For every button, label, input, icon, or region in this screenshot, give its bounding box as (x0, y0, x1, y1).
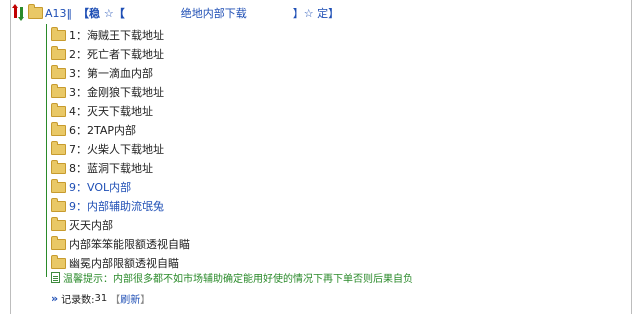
root-folder-label[interactable]: A13‖ (45, 7, 72, 20)
record-count-row: » 记录数: 31 【刷新】 (51, 291, 150, 306)
folder-item-label[interactable]: 1：海贼王下载地址 (69, 27, 164, 43)
left-frame-border (0, 0, 11, 314)
page-title: 绝地内部下载 (180, 7, 247, 20)
folder-icon (51, 198, 66, 212)
folder-icon (51, 84, 66, 98)
double-chevron-right-icon: » (51, 292, 59, 305)
tree-connector-line (46, 24, 47, 277)
note-icon (51, 272, 60, 283)
refresh-bracket-open: 【 (110, 295, 121, 306)
title-bracket-right: 】☆ 定】 (292, 7, 340, 20)
folder-item[interactable]: 2：死亡者下载地址 (51, 44, 190, 63)
folder-item[interactable]: 4：灭天下载地址 (51, 101, 190, 120)
refresh-link-wrapper: 【刷新】 (110, 291, 150, 306)
folder-item-label[interactable]: 2：死亡者下载地址 (69, 46, 164, 62)
folder-icon (51, 236, 66, 250)
folder-item[interactable]: 8：蓝洞下载地址 (51, 158, 190, 177)
sort-up-icon (12, 4, 18, 18)
folder-list: 1：海贼王下载地址 2：死亡者下载地址 3：第一滴血内部 3：金刚狼下载地址 4… (51, 25, 190, 272)
folder-item-label[interactable]: 幽冕内部限额透视自瞄 (69, 255, 179, 271)
folder-icon (51, 160, 66, 174)
folder-item-label[interactable]: 7：火柴人下载地址 (69, 141, 164, 157)
tip-text: 内部很多都不如市场辅助确定能用好使的情况下再下单否则后果自负 (113, 274, 413, 285)
sort-down-icon (18, 7, 24, 21)
folder-item-label[interactable]: 内部笨笨能限额透视自瞄 (69, 236, 190, 252)
folder-icon (51, 27, 66, 41)
folder-item[interactable]: 3：第一滴血内部 (51, 63, 190, 82)
folder-item[interactable]: 6：2TAP内部 (51, 120, 190, 139)
folder-icon (51, 141, 66, 155)
refresh-bracket-close: 】 (140, 295, 151, 306)
folder-item-label[interactable]: 4：灭天下载地址 (69, 103, 153, 119)
folder-item[interactable]: 9：VOL内部 (51, 177, 190, 196)
folder-item[interactable]: 1：海贼王下载地址 (51, 25, 190, 44)
folder-item-label[interactable]: 9：VOL内部 (69, 179, 131, 195)
folder-icon (51, 255, 66, 269)
folder-icon (51, 103, 66, 117)
folder-item[interactable]: 灭天内部 (51, 215, 190, 234)
refresh-link[interactable]: 刷新 (120, 295, 140, 306)
tree-header: A13‖ 【稳 ☆【 绝地内部下载 】☆ 定】 (12, 4, 614, 22)
folder-item-label[interactable]: 3：金刚狼下载地址 (69, 84, 164, 100)
record-count-label: 记录数: (61, 295, 95, 306)
folder-icon (51, 65, 66, 79)
folder-item[interactable]: 内部笨笨能限额透视自瞄 (51, 234, 190, 253)
tip-row: 温馨提示： 内部很多都不如市场辅助确定能用好使的情况下再下单否则后果自负 (51, 270, 413, 285)
folder-icon (51, 217, 66, 231)
folder-item-label[interactable]: 3：第一滴血内部 (69, 65, 153, 81)
record-count-value: 31 (94, 293, 108, 304)
folder-item[interactable]: 3：金刚狼下载地址 (51, 82, 190, 101)
folder-item[interactable]: 7：火柴人下载地址 (51, 139, 190, 158)
folder-item-label[interactable]: 8：蓝洞下载地址 (69, 160, 153, 176)
tip-label: 温馨提示： (63, 274, 113, 285)
folder-icon (51, 46, 66, 60)
root-folder-icon (28, 4, 43, 19)
folder-item-label[interactable]: 9：内部辅助流氓兔 (69, 198, 164, 214)
right-frame-border (631, 0, 640, 314)
folder-item-label[interactable]: 6：2TAP内部 (69, 122, 136, 138)
title-bracket-left: 【稳 ☆【 (78, 7, 125, 20)
folder-icon (51, 122, 66, 136)
folder-icon (51, 179, 66, 193)
sort-arrows-icon[interactable] (12, 4, 26, 21)
folder-item-label[interactable]: 灭天内部 (69, 217, 113, 233)
folder-item[interactable]: 9：内部辅助流氓兔 (51, 196, 190, 215)
